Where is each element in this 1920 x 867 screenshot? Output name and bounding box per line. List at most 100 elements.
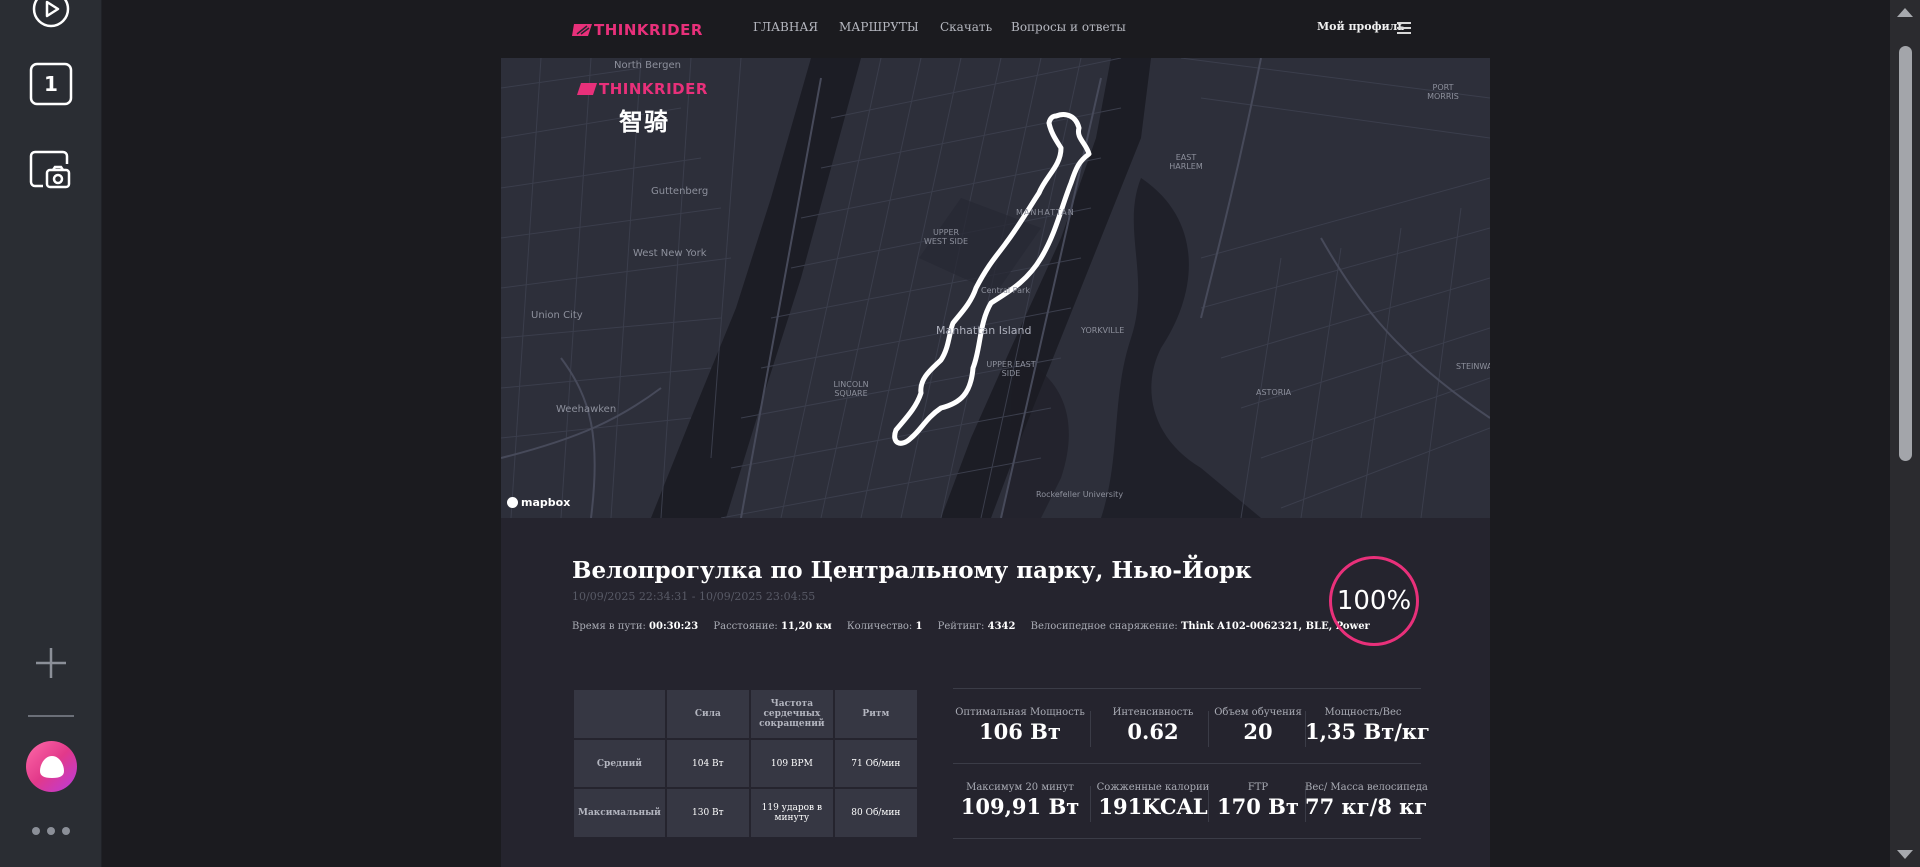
distance-value: 11,20 км [780,621,832,632]
distance-label: Расстояние: [713,621,778,632]
metric-value: 109,91 Вт [960,794,1080,819]
nav-link-home[interactable]: ГЛАВНАЯ [753,20,818,34]
metrics-grid: Оптимальная Мощность 106 Вт Интенсивност… [953,688,1430,839]
menu-hamburger-icon[interactable] [1397,22,1411,34]
map-label: West New York [633,248,707,259]
map-label: ASTORIA [1256,388,1292,397]
scroll-down-icon[interactable] [1897,850,1913,859]
map-label: Rockefeller University [1036,490,1124,499]
metric-label: Оптимальная Мощность [955,707,1085,718]
top-navigation: THINKRIDER ГЛАВНАЯ МАРШРУТЫ Скачать Вопр… [102,0,1890,58]
map-label: UPPER EAST SIDE [986,360,1036,378]
ellipsis-icon [32,827,40,835]
avg-cadence: 71 Об/мин [834,740,917,787]
avg-power: 104 Вт [666,740,749,787]
completion-ring: 100% [1329,556,1419,646]
metric-value: 170 Вт [1217,794,1299,819]
assistant-avatar[interactable] [26,741,77,792]
table-header-empty [574,690,665,738]
table-row: Средний 104 Вт 109 BPM 71 Об/мин [574,740,917,787]
table-row: Максимальный 130 Вт 119 ударов в минуту … [574,789,917,837]
stats-table: Сила Частота сердечных сокращений Ритм С… [572,688,919,839]
ride-info-panel: Велопрогулка по Центральному парку, Нью-… [501,518,1490,867]
play-circle-icon [32,0,70,28]
row-label-max: Максимальный [574,789,665,837]
table-header-power: Сила [666,690,749,738]
metric-label: Вес/ Масса велосипеда [1305,782,1428,793]
ride-date-range: 10/09/2025 22:34:31 - 10/09/2025 23:04:5… [572,590,816,603]
metric-optimal-power: Оптимальная Мощность 106 Вт [953,707,1087,744]
app-sidebar: 1 [0,0,102,867]
map-label: Central Park [981,286,1030,295]
counter-button[interactable]: 1 [29,62,73,106]
metric-label: FTP [1247,782,1269,793]
nav-link-download[interactable]: Скачать [940,20,992,34]
metric-training-volume: Объем обучения 20 [1211,707,1305,744]
page-scrollbar[interactable] [1890,0,1920,867]
metric-intensity: Интенсивность 0.62 [1093,707,1213,744]
map-label: UPPER WEST SIDE [923,228,969,246]
metric-weight-bike: Вес/ Масса велосипеда 77 кг/8 кг [1305,782,1428,819]
map-label: Guttenberg [651,186,709,197]
scroll-thumb[interactable] [1899,46,1912,461]
metric-max-20min: Максимум 20 минут 109,91 Вт [953,782,1087,819]
add-button[interactable] [29,641,73,685]
page: THINKRIDER ГЛАВНАЯ МАРШРУТЫ Скачать Вопр… [102,0,1890,867]
map-label: EAST HARLEM [1169,153,1203,171]
table-header-hr: Частота сердечных сокращений [750,690,833,738]
rating-value: 4342 [987,621,1016,632]
metric-value: 77 кг/8 кг [1305,794,1428,819]
sidebar-divider [28,715,74,717]
route-map[interactable]: THINKRIDER 智骑 North Bergen Guttenberg We… [501,58,1490,518]
map-label: MANHATTAN [1016,208,1075,217]
metric-power-weight: Мощность/Вес 1,35 Вт/кг [1305,707,1430,744]
ride-title: Велопрогулка по Центральному парку, Нью-… [572,557,1252,584]
max-power: 130 Вт [666,789,749,837]
metric-ftp: FTP 170 Вт [1211,782,1305,819]
map-label: Union City [531,310,583,321]
metrics-row-1: Оптимальная Мощность 106 Вт Интенсивност… [953,688,1430,763]
map-label: PORT MORRIS [1427,83,1459,101]
mapbox-text: mapbox [521,496,571,509]
metric-value: 191KCAL [1098,794,1208,819]
mapbox-attribution[interactable]: mapbox [507,496,570,509]
plus-icon [36,648,66,678]
map-label: LINCOLN SQUARE [833,380,869,398]
table-header-cadence: Ритм [834,690,917,738]
scroll-up-icon[interactable] [1897,8,1913,17]
logo-text: THINKRIDER [594,21,703,39]
metric-label: Объем обучения [1214,707,1302,718]
metric-value: 0.62 [1127,719,1179,744]
ride-meta: Время в пути: 00:30:23 Расстояние: 11,20… [572,621,1370,632]
profile-link[interactable]: Мой профиль [1317,20,1405,33]
play-circle-button[interactable] [29,0,73,31]
metric-value: 106 Вт [979,719,1061,744]
metric-value: 1,35 Вт/кг [1305,719,1430,744]
map-label: North Bergen [614,60,681,71]
camera-icon [29,150,71,189]
time-value: 00:30:23 [649,621,699,632]
more-button[interactable] [32,826,70,836]
metric-label: Интенсивность [1112,707,1194,718]
map-logo-cn: 智骑 [619,108,669,136]
metric-value: 20 [1243,719,1273,744]
time-label: Время в пути: [572,621,646,632]
map-label: Manhattan Island [936,324,1032,337]
rating-label: Рейтинг: [937,621,985,632]
map-label: YORKVILLE [1081,326,1125,335]
assistant-bubble-icon [39,755,64,778]
count-value: 1 [915,621,923,632]
avg-hr: 109 BPM [750,740,833,787]
nav-link-faq[interactable]: Вопросы и ответы [1011,20,1126,34]
thinkrider-logo[interactable]: THINKRIDER [572,20,712,40]
count-label: Количество: [846,621,913,632]
equipment-label: Велосипедное снаряжение: [1030,621,1178,632]
metric-label: Мощность/Вес [1324,707,1402,718]
counter-label: 1 [44,72,58,96]
nav-link-routes[interactable]: МАРШРУТЫ [839,20,919,34]
screenshot-button[interactable] [29,148,73,192]
metric-label: Максимум 20 минут [966,782,1074,793]
metric-label: Сожженные калории [1096,782,1210,793]
max-hr: 119 ударов в минуту [750,789,833,837]
max-cadence: 80 Об/мин [834,789,917,837]
